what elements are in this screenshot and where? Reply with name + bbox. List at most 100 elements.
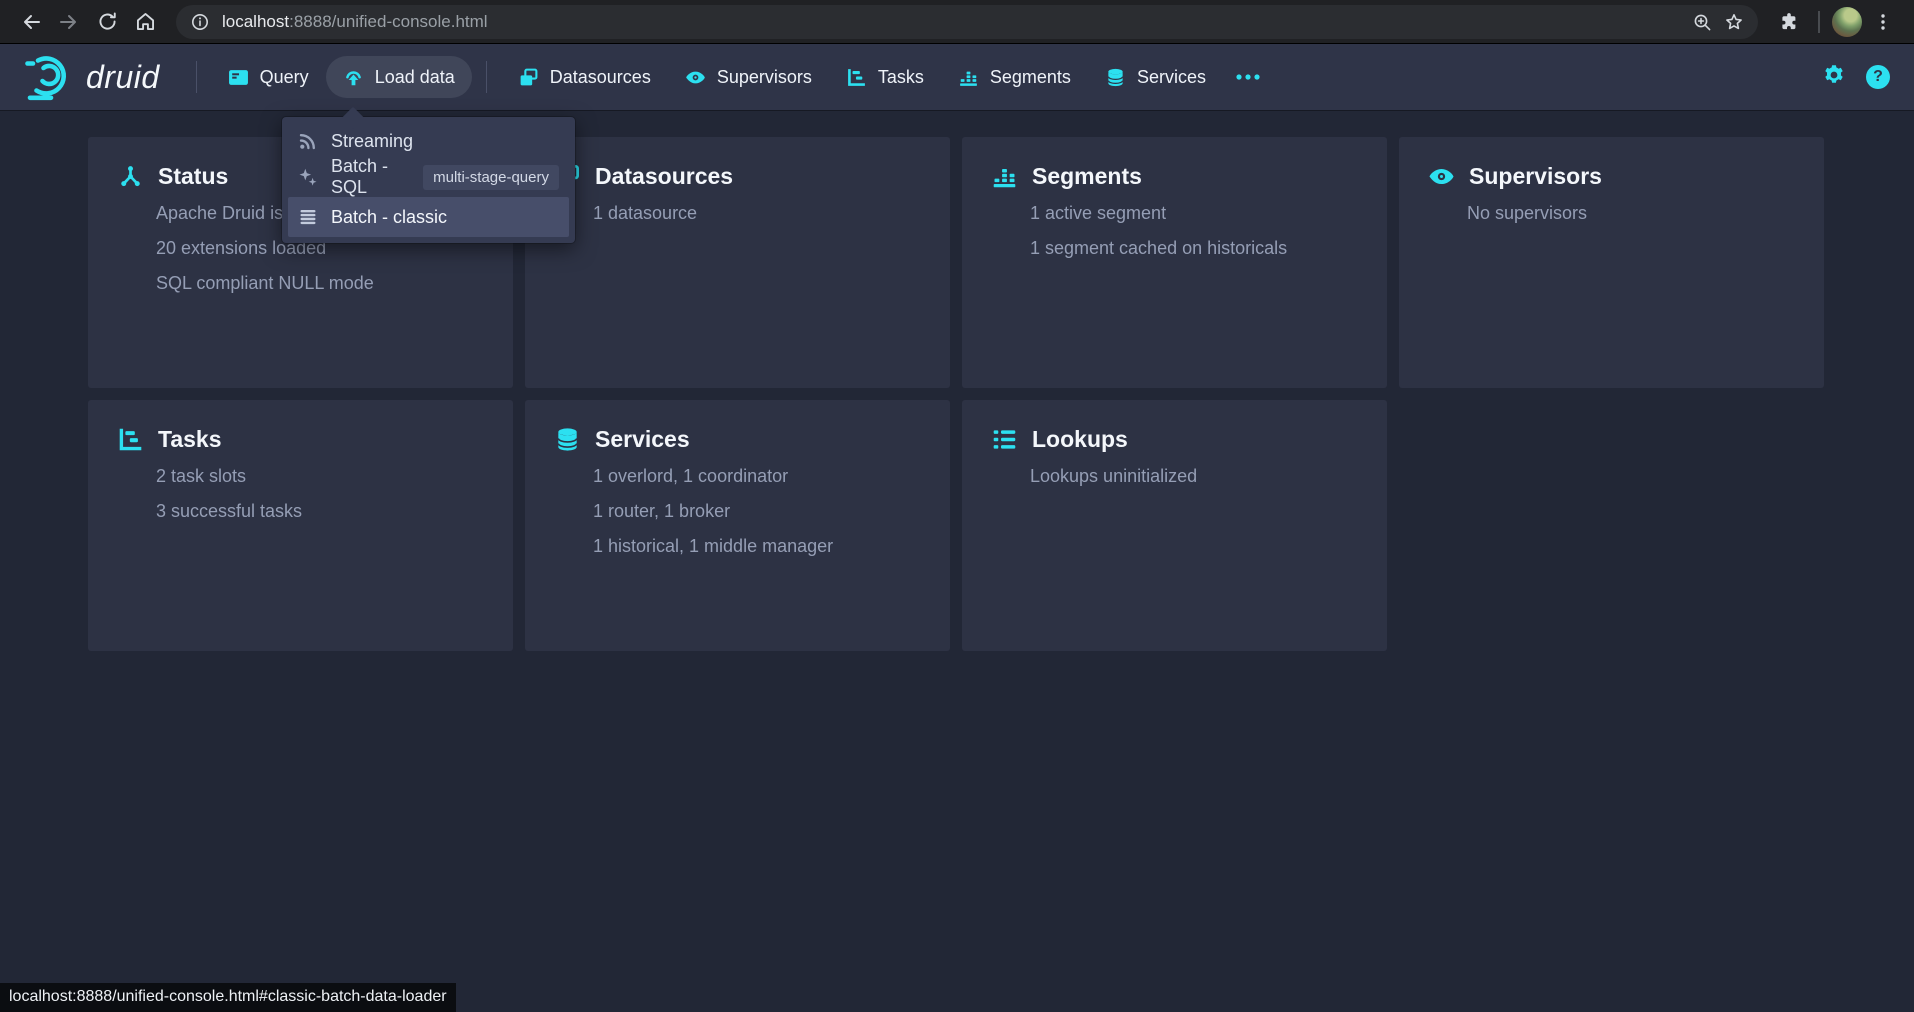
card-title: Lookups: [1032, 426, 1128, 453]
card-title: Segments: [1032, 163, 1142, 190]
card-title: Supervisors: [1469, 163, 1602, 190]
nav-divider: [486, 61, 487, 93]
more-ellipsis-icon: [1235, 72, 1261, 82]
card-segments[interactable]: Segments 1 active segment 1 segment cach…: [962, 137, 1387, 388]
nav-item-label: Segments: [990, 67, 1071, 88]
query-icon: [228, 67, 249, 88]
druid-logo[interactable]: druid: [24, 51, 160, 103]
card-header: Tasks: [117, 426, 222, 453]
card-header: Status: [117, 163, 228, 190]
forward-button[interactable]: [52, 5, 86, 39]
extensions-button[interactable]: [1772, 5, 1806, 39]
toolbar-separator: [1818, 11, 1820, 33]
nav-divider: [196, 61, 197, 93]
site-info-icon[interactable]: [190, 12, 210, 32]
sparkles-icon: [298, 167, 318, 187]
nav-item-label: Load data: [375, 67, 455, 88]
bookmark-star-icon[interactable]: [1724, 12, 1744, 32]
profile-avatar[interactable]: [1832, 7, 1862, 37]
card-supervisors[interactable]: Supervisors No supervisors: [1399, 137, 1824, 388]
menu-item-batch-sql[interactable]: Batch - SQL multi-stage-query: [288, 159, 569, 195]
nav-item-datasources[interactable]: Datasources: [501, 56, 668, 98]
lookups-list-icon: [991, 426, 1018, 453]
supervisors-eye-icon: [685, 67, 706, 88]
datasources-icon: [518, 67, 539, 88]
nav-item-label: Query: [260, 67, 309, 88]
nav-item-label: Tasks: [878, 67, 924, 88]
card-line: 3 successful tasks: [156, 494, 302, 529]
druid-swirl-icon: [24, 51, 76, 103]
card-header: Services: [554, 426, 690, 453]
card-services[interactable]: Services 1 overlord, 1 coordinator 1 rou…: [525, 400, 950, 651]
back-icon: [20, 11, 42, 33]
url-host: localhost: [222, 12, 289, 31]
card-line: SQL compliant NULL mode: [156, 266, 374, 301]
load-data-icon: [343, 67, 364, 88]
card-title: Services: [595, 426, 690, 453]
nav-item-services[interactable]: Services: [1088, 56, 1223, 98]
menu-item-label: Batch - SQL: [331, 156, 398, 198]
multi-stage-query-badge: multi-stage-query: [423, 165, 559, 190]
card-body: 2 task slots 3 successful tasks: [156, 459, 302, 529]
card-title: Status: [158, 163, 228, 190]
tasks-gantt-icon: [117, 426, 144, 453]
settings-gear-button[interactable]: [1822, 63, 1846, 92]
home-button[interactable]: [128, 5, 162, 39]
nav-item-label: Datasources: [550, 67, 651, 88]
card-line: 1 active segment: [1030, 196, 1287, 231]
screen: localhost:8888/unified-console.html: [0, 0, 1914, 1012]
druid-navbar: druid Query Load data Datasources: [0, 44, 1914, 110]
card-datasources[interactable]: Datasources 1 datasource: [525, 137, 950, 388]
menu-item-label: Batch - classic: [331, 207, 447, 228]
card-header: Supervisors: [1428, 163, 1602, 190]
card-line: 1 datasource: [593, 196, 697, 231]
back-button[interactable]: [14, 5, 48, 39]
card-body: Lookups uninitialized: [1030, 459, 1197, 494]
status-graph-icon: [117, 163, 144, 190]
supervisors-eye-icon: [1428, 163, 1455, 190]
nav-item-supervisors[interactable]: Supervisors: [668, 56, 829, 98]
card-line: Lookups uninitialized: [1030, 459, 1197, 494]
forward-icon: [58, 11, 80, 33]
card-title: Tasks: [158, 426, 222, 453]
tasks-gantt-icon: [846, 67, 867, 88]
reload-button[interactable]: [90, 5, 124, 39]
extensions-puzzle-icon: [1779, 12, 1799, 32]
nav-item-tasks[interactable]: Tasks: [829, 56, 941, 98]
card-tasks[interactable]: Tasks 2 task slots 3 successful tasks: [88, 400, 513, 651]
nav-item-query[interactable]: Query: [211, 56, 326, 98]
menu-item-label: Streaming: [331, 131, 413, 152]
url-bar[interactable]: localhost:8888/unified-console.html: [176, 5, 1758, 39]
brand-wordmark: druid: [86, 59, 160, 96]
nav-right-actions: ?: [1822, 63, 1890, 92]
card-line: 1 segment cached on historicals: [1030, 231, 1287, 266]
nav-more-menu[interactable]: [1223, 56, 1273, 98]
stack-lines-icon: [298, 207, 318, 227]
segments-chart-icon: [958, 67, 979, 88]
browser-menu-button[interactable]: [1866, 5, 1900, 39]
services-database-icon: [554, 426, 581, 453]
card-lookups[interactable]: Lookups Lookups uninitialized: [962, 400, 1387, 651]
card-line: 2 task slots: [156, 459, 302, 494]
reload-icon: [97, 11, 118, 32]
help-button[interactable]: ?: [1866, 65, 1890, 89]
nav-item-segments[interactable]: Segments: [941, 56, 1088, 98]
home-icon: [135, 11, 156, 32]
card-line: 1 historical, 1 middle manager: [593, 529, 833, 564]
link-preview-statusbar: localhost:8888/unified-console.html#clas…: [0, 983, 456, 1012]
gear-icon: [1822, 63, 1846, 87]
nav-item-label: Supervisors: [717, 67, 812, 88]
card-body: 1 active segment 1 segment cached on his…: [1030, 196, 1287, 266]
menu-item-batch-classic[interactable]: Batch - classic: [288, 197, 569, 237]
nav-item-label: Services: [1137, 67, 1206, 88]
card-body: No supervisors: [1467, 196, 1587, 231]
card-body: 1 overlord, 1 coordinator 1 router, 1 br…: [593, 459, 833, 564]
streaming-feed-icon: [298, 131, 318, 151]
card-line: 1 router, 1 broker: [593, 494, 833, 529]
menu-item-streaming[interactable]: Streaming: [288, 123, 569, 159]
zoom-page-icon[interactable]: [1692, 12, 1712, 32]
url-text[interactable]: localhost:8888/unified-console.html: [222, 12, 1680, 32]
card-header: Lookups: [991, 426, 1128, 453]
nav-item-load-data[interactable]: Load data: [326, 56, 472, 98]
card-title: Datasources: [595, 163, 733, 190]
